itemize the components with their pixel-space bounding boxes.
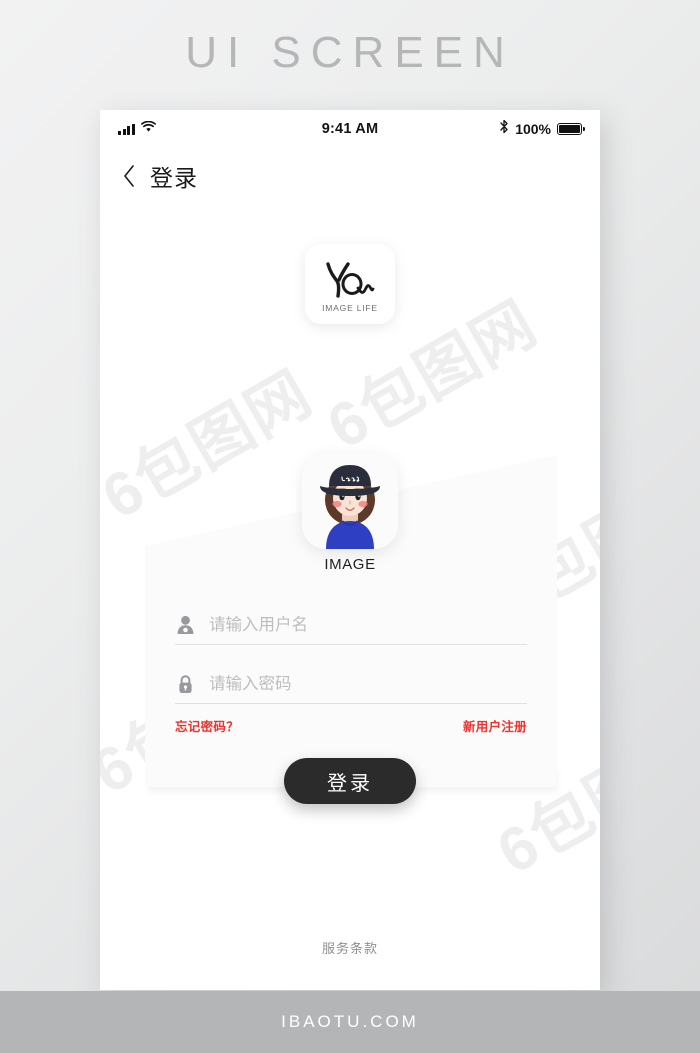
- poster-footer: IBAOTU.COM: [0, 991, 700, 1053]
- page-title: 登录: [150, 165, 198, 191]
- poster-footer-text: IBAOTU.COM: [281, 1012, 419, 1031]
- poster-canvas: UI SCREEN 9:41 AM 100% 登录 IMAGE LIFE 6包图…: [0, 0, 700, 1053]
- password-input[interactable]: [209, 674, 527, 694]
- poster-title: UI SCREEN: [185, 28, 515, 77]
- phone-mockup: 9:41 AM 100% 登录 IMAGE LIFE 6包图网 6包图网 6包图…: [100, 110, 600, 990]
- user-icon: [175, 614, 195, 636]
- status-bar-time: 9:41 AM: [321, 121, 379, 137]
- nav-bar: 登录: [100, 148, 600, 204]
- password-field-row[interactable]: [175, 665, 527, 704]
- login-form: 忘记密码？ 新用户注册: [175, 606, 527, 735]
- chevron-left-icon[interactable]: [122, 164, 136, 188]
- forgot-password-link[interactable]: 忘记密码？: [175, 716, 239, 735]
- watermark: 6包图网: [100, 358, 324, 533]
- login-button[interactable]: 登录: [284, 758, 416, 804]
- username-input[interactable]: [209, 615, 527, 635]
- brand-logo-card: IMAGE LIFE: [305, 244, 395, 324]
- person-bucket-hat-avatar: [302, 453, 398, 549]
- avatar-label: IMAGE: [324, 556, 376, 573]
- username-field-row[interactable]: [175, 606, 527, 645]
- lock-icon: [175, 673, 195, 695]
- register-link[interactable]: 新用户注册: [463, 716, 527, 735]
- avatar[interactable]: [302, 453, 398, 549]
- battery-full-icon: [557, 123, 585, 135]
- yq-handwritten-logo: [326, 261, 375, 298]
- avatar-block: IMAGE: [296, 453, 404, 573]
- terms-of-service-link[interactable]: 服务条款: [100, 938, 600, 957]
- form-links: 忘记密码？ 新用户注册: [175, 716, 527, 735]
- status-bar: 9:41 AM 100%: [100, 110, 600, 148]
- brand-logo-subtitle: IMAGE LIFE: [322, 302, 378, 313]
